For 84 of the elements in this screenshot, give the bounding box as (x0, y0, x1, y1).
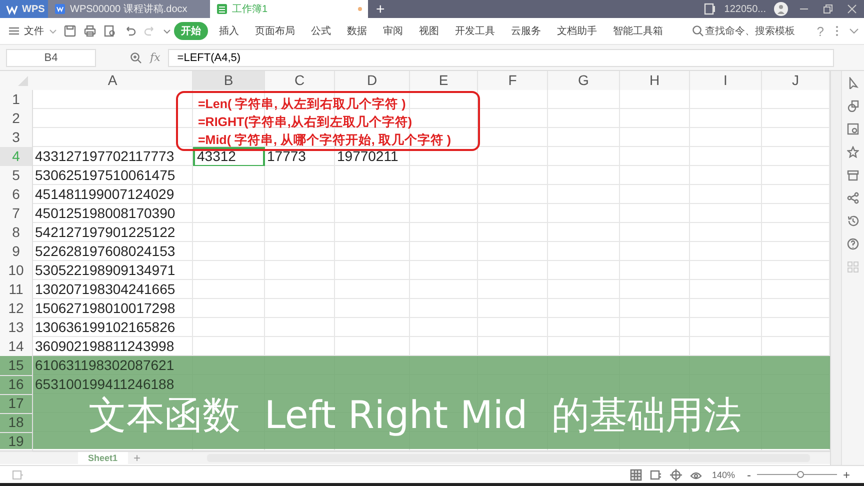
table-cell[interactable]: 542127197901225122 (33, 223, 193, 243)
row-header[interactable]: 7 (0, 204, 33, 224)
table-cell[interactable]: 530522198909134971 (33, 261, 193, 281)
ribbon-tab[interactable]: 智能工具箱 (608, 22, 668, 40)
print-icon[interactable] (84, 25, 96, 37)
table-cell[interactable]: 433127197702117773 (33, 147, 193, 167)
page-view-icon[interactable] (650, 468, 662, 480)
zoom-out-button[interactable]: - (746, 468, 751, 482)
row-header[interactable]: 2 (0, 109, 33, 129)
row-header[interactable]: 14 (0, 337, 33, 357)
ribbon-tab[interactable]: 云服务 (506, 22, 546, 40)
history-icon[interactable] (846, 215, 859, 227)
image-icon[interactable] (846, 123, 859, 135)
row-header[interactable]: 9 (0, 242, 33, 262)
zoom-level[interactable]: 140% (712, 470, 735, 480)
formula-field[interactable]: =LEFT(A4,5) (168, 48, 834, 66)
file-menu[interactable]: 文件 (24, 24, 44, 38)
row-header[interactable]: 6 (0, 185, 33, 205)
row-header[interactable]: 3 (0, 128, 33, 148)
table-cell[interactable]: 610631198302087621 (33, 356, 193, 376)
row-header[interactable]: 11 (0, 280, 33, 300)
row-header[interactable]: 1 (0, 90, 33, 110)
preview-icon[interactable] (104, 25, 116, 37)
table-cell[interactable]: 130636199102165826 (33, 318, 193, 338)
ribbon-tab[interactable]: 视图 (414, 22, 444, 40)
banner-title: 文本函数 Left Right Mid 的基础用法 (88, 396, 742, 434)
document-icon (54, 3, 66, 15)
table-cell[interactable]: 451481199007124029 (33, 185, 193, 205)
table-cell[interactable]: 150627198010017298 (33, 299, 193, 319)
ribbon-tab[interactable]: 数据 (342, 22, 372, 40)
caret-icon (49, 27, 57, 35)
zoom-icon[interactable] (130, 52, 142, 64)
table-cell[interactable]: 17773 (265, 147, 335, 167)
account-name[interactable]: 122050... (724, 4, 766, 14)
close-icon[interactable] (846, 3, 858, 15)
table-cell[interactable]: 360902198811243998 (33, 337, 193, 357)
page-break-icon[interactable] (670, 468, 682, 480)
cell-name-box[interactable]: B4 (6, 48, 96, 66)
table-cell[interactable]: 653100199411246188 (33, 375, 193, 395)
save-icon[interactable] (64, 25, 76, 37)
table-cell[interactable]: 19770211 (335, 147, 410, 167)
row-header[interactable]: 5 (0, 166, 33, 186)
row-header[interactable]: 12 (0, 299, 33, 319)
more-icon[interactable] (834, 25, 840, 37)
dropdown-icon[interactable] (163, 27, 171, 35)
table-cell[interactable]: 450125198008170390 (33, 204, 193, 224)
ribbon-tab[interactable]: 审阅 (378, 22, 408, 40)
zoom-in-button[interactable]: + (842, 468, 850, 482)
ribbon-tab[interactable]: 插入 (214, 22, 244, 40)
search-field[interactable]: 查找命令、搜索模板 (690, 25, 811, 37)
ribbon-tab[interactable]: 公式 (306, 22, 336, 40)
table-cell[interactable]: 522628197608024153 (33, 242, 193, 262)
search-icon (692, 25, 704, 37)
formula-note: =Len( 字符串, 从左到右取几个字符 ) (198, 96, 407, 113)
new-tab-button[interactable]: + (368, 0, 393, 18)
share-icon[interactable] (846, 192, 859, 204)
row-header[interactable]: 10 (0, 261, 33, 281)
avatar-icon[interactable] (774, 2, 788, 16)
vertical-scrollbar[interactable] (830, 71, 841, 465)
formula-note: =Mid( 字符串, 从哪个字符开始, 取几个字符 ) (198, 132, 452, 149)
pointer-icon[interactable] (846, 77, 859, 89)
column-header[interactable]: B (193, 71, 265, 92)
window-icon[interactable] (704, 3, 716, 15)
table-cell[interactable]: 530625197510061475 (33, 166, 193, 186)
menu-icon[interactable] (8, 25, 20, 37)
spreadsheet-icon (216, 3, 228, 15)
slider-thumb[interactable] (796, 471, 804, 478)
normal-view-icon[interactable] (630, 468, 642, 480)
ribbon-tab[interactable]: 文档助手 (552, 22, 602, 40)
row-header[interactable]: 8 (0, 223, 33, 243)
table-cell[interactable]: 130207198304241665 (33, 280, 193, 300)
star-icon[interactable] (846, 146, 859, 158)
help-icon[interactable] (846, 238, 859, 250)
restore-icon[interactable] (822, 3, 834, 15)
box-icon[interactable] (846, 169, 859, 181)
ribbon-tab[interactable]: 开发工具 (450, 22, 500, 40)
formula-note: =RIGHT(字符串,从右到左取几个字符) (198, 114, 413, 131)
ribbon-tab[interactable]: 页面布局 (250, 22, 300, 40)
document-tab[interactable]: WPS (0, 0, 48, 18)
unsaved-dot (358, 7, 362, 11)
shapes-icon[interactable] (846, 100, 859, 112)
row-header[interactable]: 13 (0, 318, 33, 338)
undo-icon[interactable] (124, 25, 136, 37)
w-logo-icon (6, 3, 18, 15)
